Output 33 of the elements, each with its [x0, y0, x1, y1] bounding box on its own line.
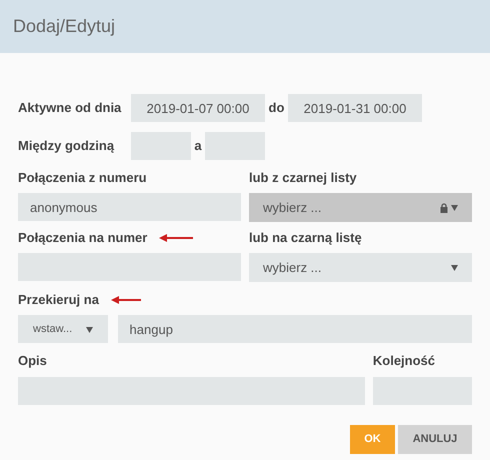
- input-field[interactable]: [18, 253, 241, 281]
- cancel-button[interactable]: ANULUJ: [398, 425, 472, 454]
- field-label: Opis: [18, 352, 47, 370]
- caret-icon: [86, 326, 93, 332]
- input-field[interactable]: hangup: [118, 315, 472, 343]
- select-placeholder: wybierz ...: [263, 198, 323, 217]
- window-title: Dodaj/Edytuj: [13, 15, 116, 38]
- field-label: Połączenia na numer: [18, 229, 148, 248]
- input-field[interactable]: [131, 132, 191, 160]
- field-label: Kolejność: [372, 352, 436, 370]
- caret-icon: [451, 204, 458, 211]
- select-placeholder: wybierz ...: [263, 258, 323, 277]
- separator-label: a: [193, 137, 203, 156]
- field-label: Aktywne od dnia: [18, 99, 122, 118]
- input-field[interactable]: [205, 132, 265, 160]
- field-label: Przekieruj na: [18, 291, 99, 310]
- input-field[interactable]: anonymous: [18, 193, 241, 221]
- field-label: Połączenia z numeru: [18, 169, 147, 188]
- input-field[interactable]: [18, 377, 365, 405]
- arrow-icon: [110, 296, 141, 304]
- input-field[interactable]: [372, 377, 472, 405]
- select-field[interactable]: wybierz ...: [249, 193, 472, 222]
- arrow-icon: [159, 234, 194, 242]
- separator-label: do: [268, 99, 286, 118]
- caret-icon: [451, 264, 458, 271]
- select-field[interactable]: wybierz ...: [249, 253, 472, 282]
- lock-icon: [440, 202, 448, 212]
- field-label: lub z czarnej listy: [249, 169, 357, 188]
- field-label: Między godziną: [18, 137, 116, 156]
- insert-select[interactable]: wstaw...: [18, 315, 108, 343]
- field-label: lub na czarną listę: [249, 229, 362, 248]
- input-field[interactable]: 2019-01-31 00:00: [288, 94, 422, 122]
- input-field[interactable]: 2019-01-07 00:00: [131, 94, 265, 122]
